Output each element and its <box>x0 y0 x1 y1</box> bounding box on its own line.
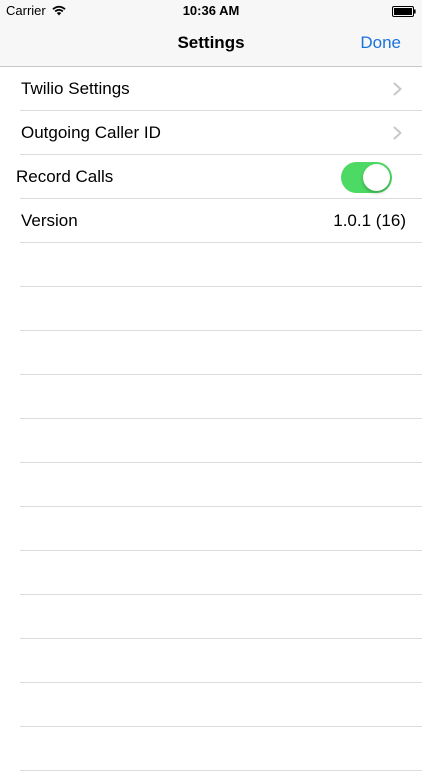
row-label: Twilio Settings <box>21 79 130 98</box>
row-label: Record Calls <box>16 167 114 186</box>
battery-icon <box>392 6 416 17</box>
row-label: Version <box>21 211 78 230</box>
empty-row <box>0 507 422 551</box>
row-version: Version 1.0.1 (16) <box>0 199 422 243</box>
empty-row <box>0 375 422 419</box>
navigation-bar: Settings Done <box>0 22 422 67</box>
empty-row <box>0 727 422 771</box>
empty-row <box>0 639 422 683</box>
empty-row <box>0 595 422 639</box>
version-value: 1.0.1 (16) <box>333 211 406 230</box>
empty-row <box>0 683 422 727</box>
done-button[interactable]: Done <box>360 33 401 53</box>
row-record-calls: Record Calls <box>0 155 422 199</box>
empty-row <box>0 463 422 507</box>
empty-row <box>0 331 422 375</box>
status-time: 10:36 AM <box>182 3 240 18</box>
empty-row <box>0 419 422 463</box>
empty-row <box>0 551 422 595</box>
toggle-knob <box>363 164 390 191</box>
empty-row <box>0 243 422 287</box>
settings-table: Twilio Settings Outgoing Caller ID Recor… <box>0 67 422 771</box>
record-calls-toggle[interactable] <box>341 162 392 193</box>
page-title: Settings <box>177 33 245 52</box>
row-outgoing-caller-id[interactable]: Outgoing Caller ID <box>0 111 422 155</box>
row-label: Outgoing Caller ID <box>21 123 161 142</box>
chevron-right-icon <box>393 82 402 96</box>
empty-row <box>0 287 422 331</box>
chevron-right-icon <box>393 126 402 140</box>
status-bar: Carrier 10:36 AM <box>0 0 422 22</box>
row-twilio-settings[interactable]: Twilio Settings <box>0 67 422 111</box>
